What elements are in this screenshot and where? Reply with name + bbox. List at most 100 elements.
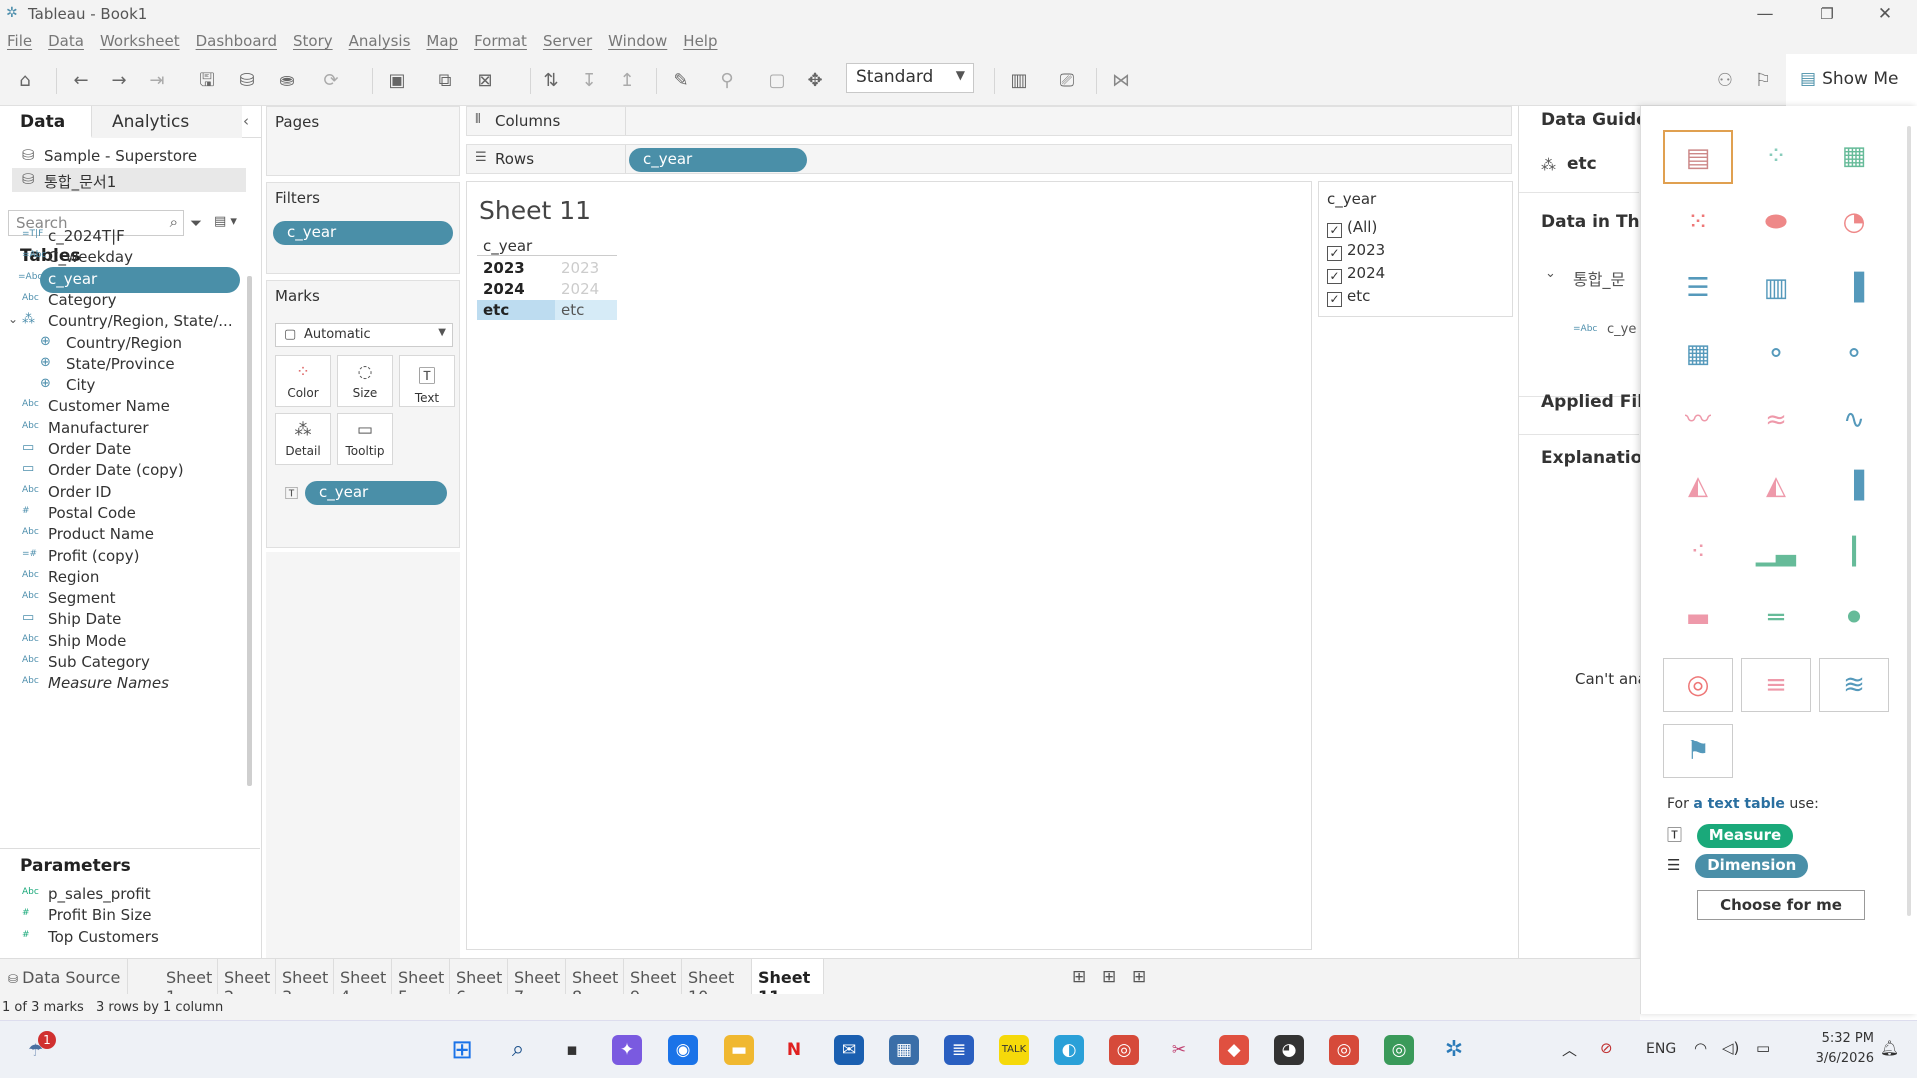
- field-measure-names[interactable]: Abc Measure Names: [0, 671, 250, 697]
- copilot-icon[interactable]: ✦: [612, 1035, 642, 1065]
- language-indicator[interactable]: ENG: [1646, 1041, 1676, 1057]
- tab-data[interactable]: Data: [0, 106, 92, 138]
- chrome-icon[interactable]: ◎: [1109, 1035, 1139, 1065]
- filter-item-2024[interactable]: ✓ 2024: [1327, 264, 1385, 286]
- fit-select[interactable]: Standard ▼: [846, 63, 974, 93]
- filter-item-2023[interactable]: ✓ 2023: [1327, 241, 1385, 263]
- cell-value-2024[interactable]: 2024: [555, 279, 617, 299]
- redo-icon[interactable]: →: [104, 66, 134, 96]
- chevron-down-icon[interactable]: ⌄: [8, 312, 18, 326]
- menu-help[interactable]: Help: [676, 28, 726, 54]
- menu-window[interactable]: Window: [601, 28, 676, 54]
- volume-icon[interactable]: ◁): [1722, 1039, 1739, 1057]
- menu-worksheet[interactable]: Worksheet: [93, 28, 189, 54]
- chart-type-box-whisker-icon[interactable]: ┃: [1819, 526, 1889, 580]
- chart-type-packed-bubbles-icon[interactable]: ⚫: [1819, 592, 1889, 646]
- marks-pill-c-year[interactable]: c_year: [305, 481, 447, 505]
- tooltip-button[interactable]: ▭ Tooltip: [337, 413, 393, 465]
- notes-icon[interactable]: ≣: [944, 1035, 974, 1065]
- checkbox-checked-icon[interactable]: ✓: [1327, 246, 1342, 261]
- highlight-icon[interactable]: ✎: [666, 66, 696, 96]
- clock-date[interactable]: 3/6/2026: [1800, 1051, 1874, 1066]
- chart-type-bullet-graph-icon[interactable]: ═: [1741, 592, 1811, 646]
- menu-data[interactable]: Data: [41, 28, 93, 54]
- chart-type-donut-icon[interactable]: ◎: [1663, 658, 1733, 712]
- scrollbar[interactable]: [1907, 126, 1911, 916]
- chart-type-line-continuous-icon[interactable]: 〰: [1663, 394, 1733, 448]
- refresh-icon[interactable]: ⟳: [316, 66, 346, 96]
- cell-value-etc[interactable]: etc: [555, 300, 617, 320]
- collapse-pane-icon[interactable]: ‹: [243, 112, 249, 130]
- chart-type-line-discrete-icon[interactable]: ≈: [1741, 394, 1811, 448]
- checkbox-checked-icon[interactable]: ✓: [1327, 269, 1342, 284]
- menu-analysis[interactable]: Analysis: [342, 28, 420, 54]
- clear-sheet-icon[interactable]: ⊠: [470, 66, 500, 96]
- new-datasource-icon[interactable]: ⛁: [232, 66, 262, 96]
- battery-icon[interactable]: ▭: [1756, 1039, 1770, 1057]
- pause-updates-icon[interactable]: ⛂: [272, 66, 302, 96]
- minimize-icon[interactable]: —: [1742, 2, 1788, 26]
- param-top-customers[interactable]: # Top Customers: [0, 925, 250, 951]
- chrome-profile-icon[interactable]: ◎: [1384, 1035, 1414, 1065]
- chart-type-sankey-icon[interactable]: ≋: [1819, 658, 1889, 712]
- sheet-view[interactable]: Sheet 11 c_year 2023 2023 2024 2024 etc etc: [466, 181, 1312, 950]
- row-header-etc[interactable]: etc: [477, 300, 555, 320]
- sort-asc-icon[interactable]: ↧: [574, 66, 604, 96]
- chart-type-side-by-side-circles-icon[interactable]: ⚬: [1819, 328, 1889, 382]
- chart-type-dual-lines-icon[interactable]: ∿: [1819, 394, 1889, 448]
- filters-shelf[interactable]: Filters c_year: [266, 182, 460, 274]
- menu-map[interactable]: Map: [419, 28, 467, 54]
- chart-type-heat-map-icon[interactable]: ⁘: [1741, 130, 1811, 184]
- mark-type-select[interactable]: ▢ Automatic ▼: [275, 323, 453, 347]
- datasource-workbook[interactable]: ⛁ 통합_문서1: [12, 168, 246, 192]
- chart-type-dual-combination-icon[interactable]: ▐: [1819, 460, 1889, 514]
- new-dashboard-icon[interactable]: ⊞: [1102, 967, 1116, 987]
- app-icon-3[interactable]: ◕: [1274, 1035, 1304, 1065]
- columns-shelf[interactable]: ⦀ Columns: [466, 106, 1512, 136]
- sheet-tab-sheet-2[interactable]: Sheet 2: [218, 959, 276, 1006]
- menu-format[interactable]: Format: [467, 28, 536, 54]
- sheet-tab-sheet-10[interactable]: Sheet 10: [682, 959, 752, 1006]
- pages-shelf[interactable]: Pages: [266, 106, 460, 176]
- replay-icon[interactable]: ⇥: [142, 66, 172, 96]
- maximize-icon[interactable]: ❐: [1804, 2, 1850, 26]
- group-icon[interactable]: ⚲: [712, 66, 742, 96]
- undo-icon[interactable]: ←: [66, 66, 96, 96]
- chevron-up-icon[interactable]: ︿: [1562, 1039, 1577, 1060]
- menu-dashboard[interactable]: Dashboard: [189, 28, 286, 54]
- choose-for-me-button[interactable]: Choose for me: [1697, 890, 1865, 920]
- task-view-icon[interactable]: ▪: [557, 1035, 587, 1065]
- close-icon[interactable]: ✕: [1862, 2, 1908, 26]
- guide-field[interactable]: c_ye: [1607, 322, 1636, 337]
- show-cards-icon[interactable]: ▥: [1004, 66, 1034, 96]
- chart-type-symbol-map-icon[interactable]: ⁙: [1663, 196, 1733, 250]
- swap-icon[interactable]: ⇅: [536, 66, 566, 96]
- ask-data-icon[interactable]: ⚇: [1710, 66, 1740, 96]
- sheet-tab-data-source[interactable]: ⛁ Data Source: [0, 959, 128, 995]
- chart-type-filled-map-icon[interactable]: ⬬: [1741, 196, 1811, 250]
- new-worksheet-icon[interactable]: ⊞: [1072, 967, 1086, 987]
- chart-type-horizontal-bars-icon[interactable]: ☰: [1663, 262, 1733, 316]
- app-icon-2[interactable]: ◆: [1219, 1035, 1249, 1065]
- format-painter-icon[interactable]: ⚐: [1748, 66, 1778, 96]
- chart-type-gantt-chart-icon[interactable]: ▬: [1663, 592, 1733, 646]
- file-explorer-icon[interactable]: ▬: [724, 1035, 754, 1065]
- menu-file[interactable]: File: [0, 28, 41, 54]
- sheet-tab-sheet-8[interactable]: Sheet 8: [566, 959, 624, 1006]
- datasource-superstore[interactable]: ⛁ Sample - Superstore: [12, 144, 246, 168]
- chart-type-histogram-icon[interactable]: ▁▃: [1741, 526, 1811, 580]
- share-icon[interactable]: ⋈: [1106, 66, 1136, 96]
- sheet-tab-sheet-6[interactable]: Sheet 6: [450, 959, 508, 1006]
- chart-type-more-charts-icon[interactable]: ⚑: [1663, 724, 1733, 778]
- chart-type-pie-chart-icon[interactable]: ◔: [1819, 196, 1889, 250]
- chart-type-side-by-side-bars-icon[interactable]: ▐: [1819, 262, 1889, 316]
- windows-start-icon[interactable]: ⊞: [447, 1035, 477, 1065]
- labels-icon[interactable]: ▢: [762, 66, 792, 96]
- sheet-tab-sheet-7[interactable]: Sheet 7: [508, 959, 566, 1006]
- rows-shelf[interactable]: ☰ Rows c_year: [466, 144, 1512, 174]
- duplicate-sheet-icon[interactable]: ⧉: [430, 66, 460, 96]
- app-icon[interactable]: ◉: [668, 1035, 698, 1065]
- kakaotalk-icon[interactable]: TALK: [999, 1035, 1029, 1065]
- tab-analytics[interactable]: Analytics: [92, 106, 242, 138]
- home-icon[interactable]: ⌂: [10, 66, 40, 96]
